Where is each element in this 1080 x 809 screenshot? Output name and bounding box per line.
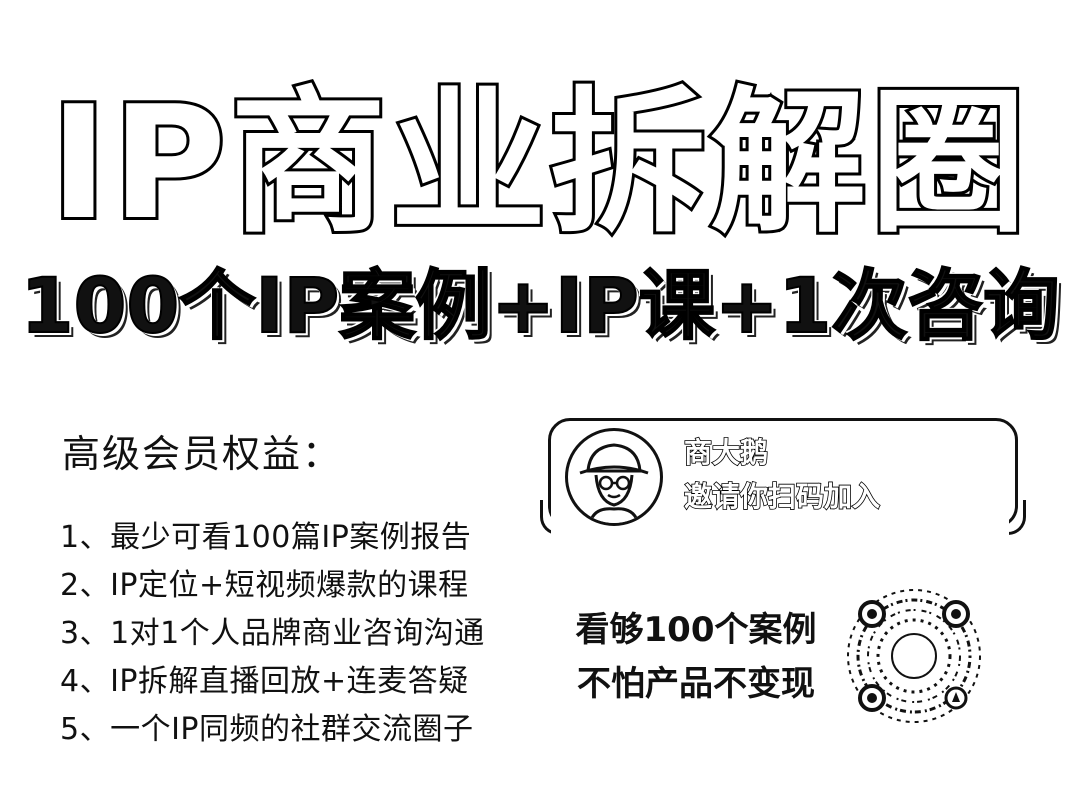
- poster-title: IP商业拆解圈: [47, 72, 1031, 254]
- benefit-item: 4、IP拆解直播回放+连麦答疑: [60, 664, 469, 699]
- benefit-item: 3、1对1个人品牌商业咨询沟通: [60, 616, 485, 651]
- qr-code-icon[interactable]: [842, 584, 986, 728]
- avatar: [565, 428, 663, 526]
- benefit-item: 1、最少可看100篇IP案例报告: [60, 520, 472, 555]
- avatar-person-icon: [579, 443, 649, 523]
- slogan-line-1: 看够100个案例: [575, 610, 817, 650]
- slogan-line-2: 不怕产品不变现: [577, 664, 815, 704]
- benefit-item: 2、IP定位+短视频爆款的课程: [60, 568, 469, 603]
- benefits-list: 1、最少可看100篇IP案例报告 2、IP定位+短视频爆款的课程 3、1对1个人…: [60, 514, 485, 754]
- benefit-item: 5、一个IP同频的社群交流圈子: [60, 712, 474, 747]
- card-invite-text: 邀请你扫码加入: [683, 479, 881, 514]
- benefits-heading: 高级会员权益：: [62, 432, 343, 476]
- card-name: 商大鹅: [683, 435, 769, 470]
- poster-subtitle: 100个IP案例+IP课+1次咨询: [20, 260, 1061, 351]
